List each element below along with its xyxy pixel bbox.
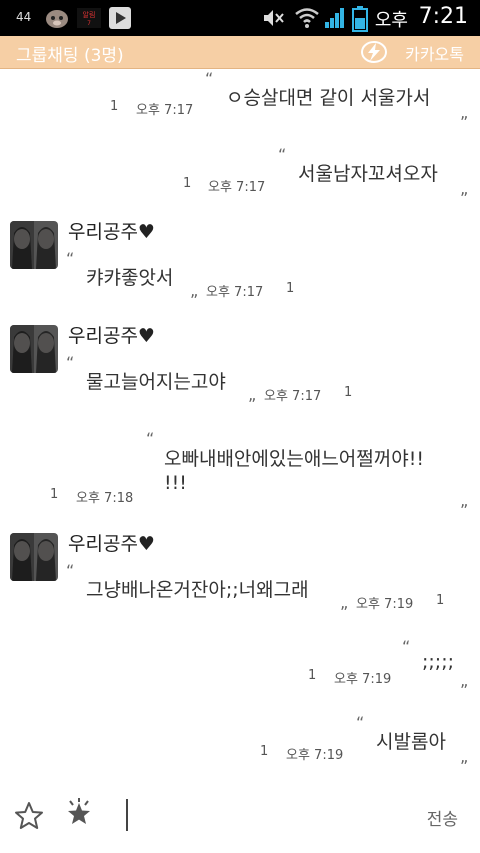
signal-icon — [324, 6, 346, 34]
message-text: 캬캬좋앗서 — [86, 267, 174, 289]
quote-close-icon: „ — [460, 747, 469, 766]
message-text: 오빠내배안에있는애느어쩔꺼야!! — [164, 448, 424, 470]
unread-count: 1 — [286, 281, 295, 296]
unread-count: 1 — [183, 176, 192, 191]
chat-header: 그룹채팅 (3명) 카카오톡 — [0, 36, 480, 69]
input-bar: 전송 — [0, 789, 480, 853]
message-text-line2: !!! — [164, 472, 187, 494]
quote-open-icon: “ — [66, 353, 75, 372]
unread-count: 1 — [110, 99, 119, 114]
input-cursor — [126, 799, 128, 831]
kakaotalk-logo-icon — [360, 40, 388, 68]
quote-close-icon: „ — [460, 103, 469, 122]
message-text: ;;;;; — [422, 651, 455, 673]
unread-count: 1 — [50, 487, 59, 502]
animal-face-icon — [44, 6, 70, 34]
avatar[interactable] — [10, 221, 58, 269]
avatar[interactable] — [10, 533, 58, 581]
message-time: 오후 7:18 — [76, 491, 134, 506]
message-time: 오후 7:19 — [286, 748, 344, 763]
quote-open-icon: “ — [356, 713, 365, 732]
chat-area[interactable]: “ ㅇ승살대면 같이 서울가서 „ 1 오후 7:17 “ 서울남자꼬셔오자 „… — [0, 69, 480, 789]
clock-ampm: 오후 — [374, 10, 408, 31]
notification-badge-icon: 알림 7 — [76, 6, 102, 34]
quote-close-icon: „ — [248, 385, 257, 404]
quote-close-icon: „ — [460, 179, 469, 198]
unread-count: 1 — [436, 593, 445, 608]
quote-close-icon: „ — [460, 491, 469, 510]
quote-close-icon: „ — [460, 671, 469, 690]
clock-time: 7:21 — [418, 4, 468, 29]
quote-open-icon: “ — [66, 249, 75, 268]
unread-count: 1 — [344, 385, 353, 400]
wifi-icon — [294, 6, 320, 34]
message-text: 그냥배나온거잔아;;너왜그래 — [86, 579, 309, 601]
quote-close-icon: „ — [340, 593, 349, 612]
message-input[interactable] — [120, 799, 410, 833]
quote-open-icon: “ — [146, 429, 155, 448]
avatar[interactable] — [10, 325, 58, 373]
emoticon-star-icon[interactable] — [62, 797, 96, 835]
quote-open-icon: “ — [278, 145, 287, 164]
quote-open-icon: “ — [205, 69, 214, 88]
quote-open-icon: “ — [402, 637, 411, 656]
message-text: 물고늘어지는고야 — [86, 371, 226, 393]
battery-icon — [352, 6, 368, 36]
send-button[interactable]: 전송 — [427, 805, 458, 830]
status-bar: 44 알림 7 오후 7:21 — [0, 0, 480, 36]
message-text: 시발롬아 — [376, 731, 446, 753]
message-text: 서울남자꼬셔오자 — [298, 163, 438, 185]
play-store-icon — [108, 6, 132, 34]
message-time: 오후 7:17 — [206, 285, 264, 300]
message-time: 오후 7:19 — [356, 597, 414, 612]
quote-close-icon: „ — [190, 281, 199, 300]
star-outline-icon[interactable] — [14, 801, 44, 835]
message-text: ㅇ승살대면 같이 서울가서 — [226, 87, 431, 109]
chat-title: 그룹채팅 (3명) — [16, 46, 124, 66]
unread-count: 1 — [308, 668, 317, 683]
sender-name: 우리공주♥ — [68, 533, 155, 555]
notification-count: 44 — [16, 10, 32, 24]
message-time: 오후 7:19 — [334, 672, 392, 687]
sender-name: 우리공주♥ — [68, 325, 155, 347]
message-time: 오후 7:17 — [208, 180, 266, 195]
sender-name: 우리공주♥ — [68, 221, 155, 243]
mute-icon — [262, 6, 286, 34]
message-time: 오후 7:17 — [136, 103, 194, 118]
message-time: 오후 7:17 — [264, 389, 322, 404]
app-brand: 카카오톡 — [405, 45, 464, 64]
svg-text:7: 7 — [87, 20, 91, 27]
svg-text:알림: 알림 — [83, 10, 96, 19]
unread-count: 1 — [260, 744, 269, 759]
quote-open-icon: “ — [66, 561, 75, 580]
